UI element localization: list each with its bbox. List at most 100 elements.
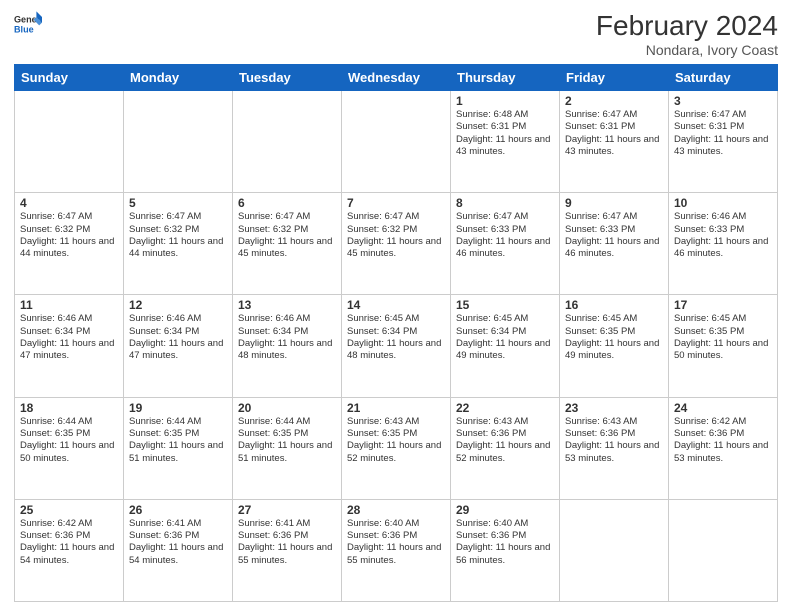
day-info: Sunrise: 6:45 AM Sunset: 6:34 PM Dayligh… [456, 313, 554, 362]
day-info: Sunrise: 6:47 AM Sunset: 6:32 PM Dayligh… [238, 211, 336, 260]
day-info: Sunrise: 6:40 AM Sunset: 6:36 PM Dayligh… [347, 518, 445, 567]
day-number: 10 [674, 196, 772, 210]
day-info: Sunrise: 6:48 AM Sunset: 6:31 PM Dayligh… [456, 109, 554, 158]
table-row [124, 91, 233, 193]
day-number: 5 [129, 196, 227, 210]
month-year-title: February 2024 [596, 10, 778, 42]
day-number: 29 [456, 503, 554, 517]
table-row: 9Sunrise: 6:47 AM Sunset: 6:33 PM Daylig… [560, 193, 669, 295]
day-number: 3 [674, 94, 772, 108]
table-row: 6Sunrise: 6:47 AM Sunset: 6:32 PM Daylig… [233, 193, 342, 295]
generalblue-logo-icon: General Blue [14, 10, 42, 38]
col-saturday: Saturday [669, 65, 778, 91]
title-block: February 2024 Nondara, Ivory Coast [596, 10, 778, 58]
table-row: 27Sunrise: 6:41 AM Sunset: 6:36 PM Dayli… [233, 499, 342, 601]
table-row: 25Sunrise: 6:42 AM Sunset: 6:36 PM Dayli… [15, 499, 124, 601]
table-row: 3Sunrise: 6:47 AM Sunset: 6:31 PM Daylig… [669, 91, 778, 193]
day-info: Sunrise: 6:43 AM Sunset: 6:36 PM Dayligh… [565, 416, 663, 465]
table-row: 4Sunrise: 6:47 AM Sunset: 6:32 PM Daylig… [15, 193, 124, 295]
day-number: 4 [20, 196, 118, 210]
table-row [342, 91, 451, 193]
table-row: 28Sunrise: 6:40 AM Sunset: 6:36 PM Dayli… [342, 499, 451, 601]
col-tuesday: Tuesday [233, 65, 342, 91]
day-number: 19 [129, 401, 227, 415]
day-number: 20 [238, 401, 336, 415]
day-info: Sunrise: 6:45 AM Sunset: 6:34 PM Dayligh… [347, 313, 445, 362]
table-row: 7Sunrise: 6:47 AM Sunset: 6:32 PM Daylig… [342, 193, 451, 295]
day-info: Sunrise: 6:41 AM Sunset: 6:36 PM Dayligh… [238, 518, 336, 567]
day-info: Sunrise: 6:47 AM Sunset: 6:31 PM Dayligh… [674, 109, 772, 158]
table-row [233, 91, 342, 193]
table-row: 8Sunrise: 6:47 AM Sunset: 6:33 PM Daylig… [451, 193, 560, 295]
day-number: 15 [456, 298, 554, 312]
day-number: 17 [674, 298, 772, 312]
calendar-header-row: Sunday Monday Tuesday Wednesday Thursday… [15, 65, 778, 91]
day-number: 7 [347, 196, 445, 210]
day-number: 9 [565, 196, 663, 210]
table-row: 23Sunrise: 6:43 AM Sunset: 6:36 PM Dayli… [560, 397, 669, 499]
table-row: 21Sunrise: 6:43 AM Sunset: 6:35 PM Dayli… [342, 397, 451, 499]
day-info: Sunrise: 6:41 AM Sunset: 6:36 PM Dayligh… [129, 518, 227, 567]
day-info: Sunrise: 6:44 AM Sunset: 6:35 PM Dayligh… [129, 416, 227, 465]
day-number: 24 [674, 401, 772, 415]
day-number: 22 [456, 401, 554, 415]
day-number: 2 [565, 94, 663, 108]
day-info: Sunrise: 6:44 AM Sunset: 6:35 PM Dayligh… [20, 416, 118, 465]
location-subtitle: Nondara, Ivory Coast [596, 42, 778, 58]
day-info: Sunrise: 6:45 AM Sunset: 6:35 PM Dayligh… [565, 313, 663, 362]
col-friday: Friday [560, 65, 669, 91]
table-row: 24Sunrise: 6:42 AM Sunset: 6:36 PM Dayli… [669, 397, 778, 499]
day-number: 14 [347, 298, 445, 312]
table-row: 16Sunrise: 6:45 AM Sunset: 6:35 PM Dayli… [560, 295, 669, 397]
day-info: Sunrise: 6:43 AM Sunset: 6:36 PM Dayligh… [456, 416, 554, 465]
calendar-week-row: 11Sunrise: 6:46 AM Sunset: 6:34 PM Dayli… [15, 295, 778, 397]
table-row: 17Sunrise: 6:45 AM Sunset: 6:35 PM Dayli… [669, 295, 778, 397]
day-info: Sunrise: 6:47 AM Sunset: 6:32 PM Dayligh… [347, 211, 445, 260]
table-row [560, 499, 669, 601]
day-number: 13 [238, 298, 336, 312]
day-info: Sunrise: 6:40 AM Sunset: 6:36 PM Dayligh… [456, 518, 554, 567]
calendar-week-row: 4Sunrise: 6:47 AM Sunset: 6:32 PM Daylig… [15, 193, 778, 295]
table-row: 26Sunrise: 6:41 AM Sunset: 6:36 PM Dayli… [124, 499, 233, 601]
calendar-table: Sunday Monday Tuesday Wednesday Thursday… [14, 64, 778, 602]
day-info: Sunrise: 6:47 AM Sunset: 6:32 PM Dayligh… [129, 211, 227, 260]
day-number: 12 [129, 298, 227, 312]
day-number: 6 [238, 196, 336, 210]
day-info: Sunrise: 6:46 AM Sunset: 6:34 PM Dayligh… [129, 313, 227, 362]
header: General Blue February 2024 Nondara, Ivor… [14, 10, 778, 58]
svg-text:Blue: Blue [14, 24, 34, 34]
day-number: 16 [565, 298, 663, 312]
day-info: Sunrise: 6:47 AM Sunset: 6:33 PM Dayligh… [565, 211, 663, 260]
calendar-week-row: 18Sunrise: 6:44 AM Sunset: 6:35 PM Dayli… [15, 397, 778, 499]
day-number: 26 [129, 503, 227, 517]
day-info: Sunrise: 6:42 AM Sunset: 6:36 PM Dayligh… [674, 416, 772, 465]
day-info: Sunrise: 6:44 AM Sunset: 6:35 PM Dayligh… [238, 416, 336, 465]
day-number: 1 [456, 94, 554, 108]
day-number: 21 [347, 401, 445, 415]
logo: General Blue [14, 10, 42, 38]
day-number: 11 [20, 298, 118, 312]
table-row: 18Sunrise: 6:44 AM Sunset: 6:35 PM Dayli… [15, 397, 124, 499]
day-info: Sunrise: 6:46 AM Sunset: 6:34 PM Dayligh… [238, 313, 336, 362]
day-info: Sunrise: 6:47 AM Sunset: 6:32 PM Dayligh… [20, 211, 118, 260]
day-info: Sunrise: 6:45 AM Sunset: 6:35 PM Dayligh… [674, 313, 772, 362]
day-number: 8 [456, 196, 554, 210]
col-thursday: Thursday [451, 65, 560, 91]
page: General Blue February 2024 Nondara, Ivor… [0, 0, 792, 612]
table-row: 29Sunrise: 6:40 AM Sunset: 6:36 PM Dayli… [451, 499, 560, 601]
day-info: Sunrise: 6:42 AM Sunset: 6:36 PM Dayligh… [20, 518, 118, 567]
day-number: 28 [347, 503, 445, 517]
table-row [669, 499, 778, 601]
table-row: 13Sunrise: 6:46 AM Sunset: 6:34 PM Dayli… [233, 295, 342, 397]
table-row: 14Sunrise: 6:45 AM Sunset: 6:34 PM Dayli… [342, 295, 451, 397]
table-row: 5Sunrise: 6:47 AM Sunset: 6:32 PM Daylig… [124, 193, 233, 295]
table-row [15, 91, 124, 193]
day-info: Sunrise: 6:46 AM Sunset: 6:34 PM Dayligh… [20, 313, 118, 362]
day-number: 27 [238, 503, 336, 517]
table-row: 12Sunrise: 6:46 AM Sunset: 6:34 PM Dayli… [124, 295, 233, 397]
table-row: 10Sunrise: 6:46 AM Sunset: 6:33 PM Dayli… [669, 193, 778, 295]
col-wednesday: Wednesday [342, 65, 451, 91]
day-number: 25 [20, 503, 118, 517]
calendar-week-row: 25Sunrise: 6:42 AM Sunset: 6:36 PM Dayli… [15, 499, 778, 601]
day-info: Sunrise: 6:47 AM Sunset: 6:33 PM Dayligh… [456, 211, 554, 260]
